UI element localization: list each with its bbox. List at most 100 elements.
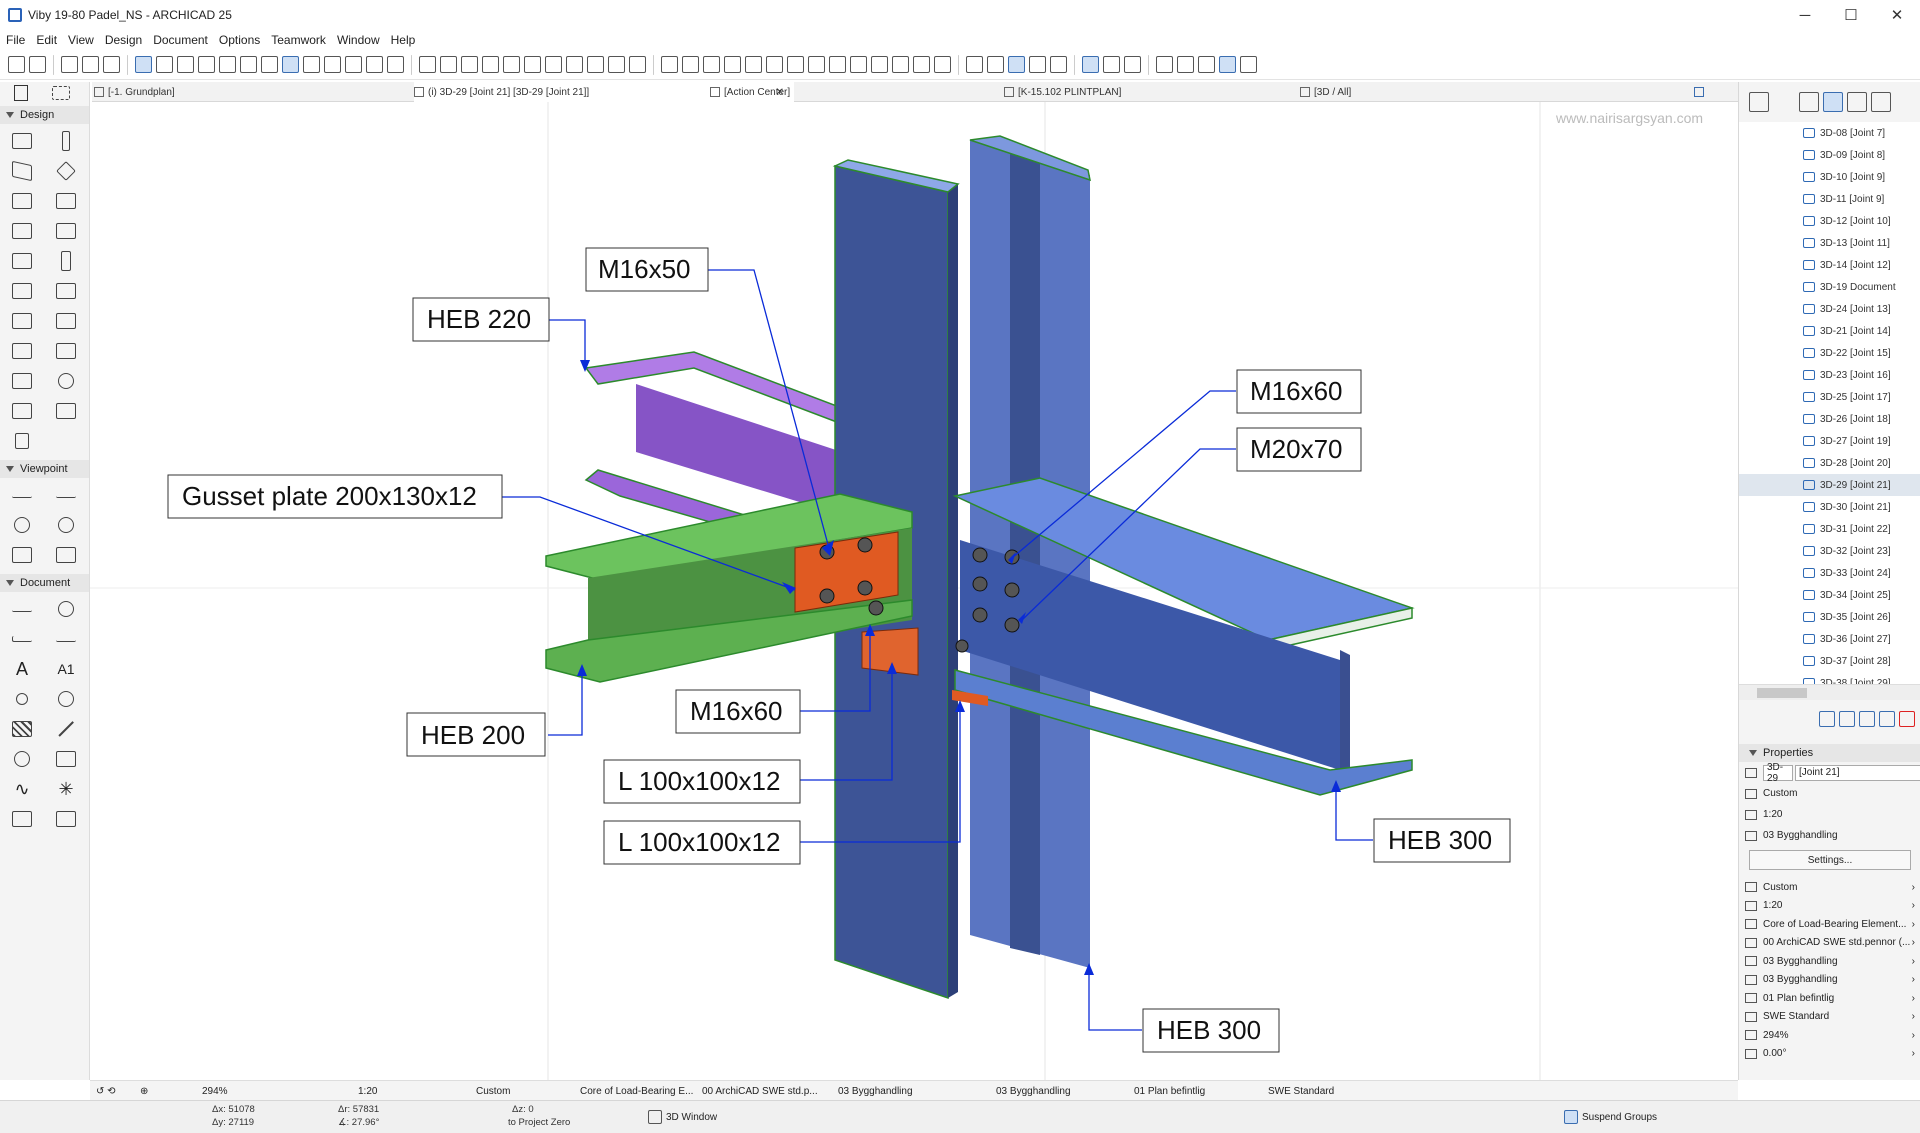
marquee-icon[interactable] [52, 86, 70, 100]
publisher-sets-icon[interactable] [1871, 92, 1891, 112]
rotate-icon[interactable] [629, 56, 646, 73]
publish-icon[interactable] [1879, 711, 1895, 727]
save-view-icon[interactable] [1859, 711, 1875, 727]
fit-icon[interactable] [345, 56, 362, 73]
shell-icon[interactable] [724, 56, 741, 73]
view-map-item[interactable]: 3D-19 Document [1739, 276, 1920, 298]
view-map-item[interactable]: 3D-12 [Joint 10] [1739, 210, 1920, 232]
joint-drawing[interactable]: HEB 220 M16x50 Gusset plate 200x130x12 M… [90, 102, 1738, 1080]
dimensions-row[interactable]: SWE Standard › [1739, 1008, 1920, 1027]
curtain-wall-icon[interactable] [12, 253, 32, 269]
zoom-icon[interactable]: ⊕ [140, 1081, 148, 1101]
level-dimension-icon[interactable] [12, 636, 32, 642]
tab-3d-all[interactable]: [3D / All] [1300, 82, 1600, 102]
offset-icon[interactable] [503, 56, 520, 73]
worksheet-icon[interactable] [58, 517, 74, 533]
door-icon[interactable] [61, 251, 71, 271]
roof-icon[interactable] [703, 56, 720, 73]
door-icon[interactable] [808, 56, 825, 73]
railing-icon[interactable] [682, 56, 699, 73]
view-id-field[interactable]: 3D-29 [1763, 762, 1793, 784]
view-map-item[interactable]: 3D-37 [Joint 28] [1739, 650, 1920, 672]
menu-edit[interactable]: Edit [36, 33, 57, 47]
view-map-item[interactable]: 3D-34 [Joint 25] [1739, 584, 1920, 606]
structure-display-row[interactable]: Core of Load-Bearing Element... › [1739, 915, 1920, 934]
menu-view[interactable]: View [68, 33, 94, 47]
layer-icon[interactable] [240, 56, 257, 73]
panel-icon[interactable] [15, 433, 29, 449]
menu-help[interactable]: Help [391, 33, 416, 47]
tab-navigator-icon[interactable] [1694, 82, 1734, 102]
renovation-value[interactable]: 01 Plan befintlig [1134, 1081, 1205, 1101]
view-map-item[interactable]: 3D-24 [Joint 13] [1739, 298, 1920, 320]
properties-header[interactable]: Properties [1739, 744, 1920, 762]
view-map-item[interactable]: 3D-09 [Joint 8] [1739, 144, 1920, 166]
skylight-icon[interactable] [850, 56, 867, 73]
section-marker-icon[interactable] [12, 492, 32, 498]
delete-icon[interactable] [1899, 711, 1915, 727]
trace-icon[interactable] [282, 56, 299, 73]
roof-icon[interactable] [12, 193, 32, 209]
partial-structure-icon[interactable] [1050, 56, 1067, 73]
trim-icon[interactable] [440, 56, 457, 73]
menu-window[interactable]: Window [337, 33, 380, 47]
inject-icon[interactable] [103, 56, 120, 73]
section-document[interactable]: Document [0, 574, 89, 592]
view-map-item[interactable]: 3D-21 [Joint 14] [1739, 320, 1920, 342]
window-tool-icon[interactable] [829, 56, 846, 73]
tab-action-center[interactable]: [Action Center] [710, 82, 1000, 102]
window-icon[interactable] [12, 283, 32, 299]
structure-display-value[interactable]: Core of Load-Bearing E... [580, 1081, 693, 1101]
morph-icon[interactable] [56, 343, 76, 359]
text-icon[interactable]: A [16, 659, 28, 680]
view-map-item[interactable]: 3D-36 [Joint 27] [1739, 628, 1920, 650]
magic-wand-icon[interactable] [61, 56, 78, 73]
figure-icon[interactable] [12, 811, 32, 827]
undo-icon[interactable] [8, 56, 25, 73]
view-map-item[interactable]: 3D-32 [Joint 23] [1739, 540, 1920, 562]
mesh-icon[interactable] [745, 56, 762, 73]
new-folder-icon[interactable] [1819, 711, 1835, 727]
zone-icon[interactable] [892, 56, 909, 73]
radial-dimension-icon[interactable] [58, 601, 74, 617]
explore-icon[interactable] [387, 56, 404, 73]
view-map-item[interactable]: 3D-27 [Joint 19] [1739, 430, 1920, 452]
polyline-icon[interactable] [56, 751, 76, 767]
flag-icon[interactable] [545, 56, 562, 73]
detail-icon[interactable] [12, 547, 32, 563]
view-map-item[interactable]: 3D-22 [Joint 15] [1739, 342, 1920, 364]
view-map-item[interactable]: 3D-26 [Joint 18] [1739, 408, 1920, 430]
mesh-icon[interactable] [12, 343, 32, 359]
navigator-hscroll[interactable] [1739, 684, 1920, 700]
cw-frame-icon[interactable] [56, 403, 76, 419]
slab-icon[interactable] [56, 161, 76, 181]
view-map-item[interactable]: 3D-25 [Joint 17] [1739, 386, 1920, 408]
mirror-icon[interactable] [608, 56, 625, 73]
wall-icon[interactable] [12, 133, 32, 149]
rotation-row[interactable]: 0.00° › [1739, 1045, 1920, 1064]
model-view-options-row[interactable]: 03 Bygghandling › [1739, 952, 1920, 971]
view-map-item[interactable]: 3D-13 [Joint 11] [1739, 232, 1920, 254]
elevation-icon[interactable] [56, 492, 76, 498]
view-map-item[interactable]: 3D-23 [Joint 16] [1739, 364, 1920, 386]
view-map-icon[interactable] [1823, 92, 1843, 112]
scale-value[interactable]: 1:20 [358, 1081, 377, 1101]
view-map-item[interactable]: 3D-08 [Joint 7] [1739, 122, 1920, 144]
snap-points-icon[interactable] [177, 56, 194, 73]
angle-dimension-icon[interactable] [56, 636, 76, 642]
navigator-popup-icon[interactable] [1749, 92, 1769, 112]
scroll-thumb[interactable] [1757, 688, 1807, 698]
pick-up-icon[interactable] [82, 56, 99, 73]
view-map-item[interactable]: 3D-14 [Joint 12] [1739, 254, 1920, 276]
grid-snap-icon[interactable] [198, 56, 215, 73]
lamp-icon[interactable] [58, 373, 74, 389]
railing-icon[interactable] [56, 223, 76, 239]
adjust-icon[interactable] [461, 56, 478, 73]
view-map-item[interactable]: 3D-33 [Joint 24] [1739, 562, 1920, 584]
eraser-icon[interactable] [1124, 56, 1141, 73]
graphic-override-value[interactable]: 03 Bygghandling [996, 1081, 1071, 1101]
morph-icon[interactable] [766, 56, 783, 73]
fill-icon[interactable] [12, 721, 32, 737]
arrow-select-icon[interactable] [14, 85, 28, 101]
angle-icon[interactable] [1198, 56, 1215, 73]
